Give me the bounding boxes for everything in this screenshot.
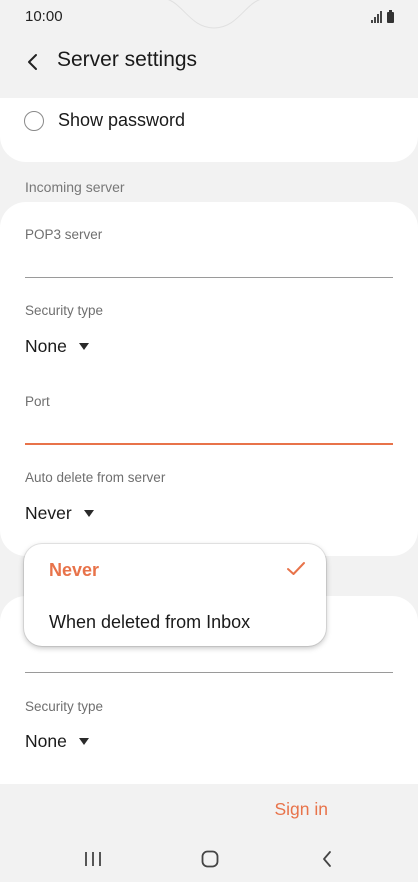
incoming-server-card: POP3 server Security type None Port Auto… [0, 202, 418, 556]
page-title: Server settings [57, 48, 198, 71]
action-bar: Sign in [0, 784, 418, 836]
camera-notch [167, 0, 261, 29]
status-icons [371, 9, 394, 23]
auto-delete-select[interactable]: Never [25, 503, 94, 524]
auto-delete-label: Auto delete from server [25, 470, 166, 485]
show-password-label: Show password [58, 110, 186, 130]
outgoing-security-type-select[interactable]: None [25, 731, 89, 752]
show-password-radio[interactable] [24, 110, 44, 131]
app-header: Server settings [0, 34, 418, 94]
pop3-server-input[interactable] [25, 248, 397, 278]
security-type-select[interactable]: None [25, 336, 89, 357]
pop3-server-label: POP3 server [25, 227, 103, 242]
home-icon[interactable] [198, 848, 222, 870]
dropdown-option-when-deleted[interactable]: When deleted from Inbox [49, 612, 250, 633]
security-type-label: Security type [25, 303, 104, 318]
signal-icon [371, 11, 382, 23]
security-type-value: None [25, 336, 67, 356]
show-password-option[interactable]: Show password [24, 110, 185, 131]
chevron-left-icon[interactable] [20, 49, 46, 75]
status-bar: 10:00 [0, 0, 418, 34]
dropdown-arrow-icon [78, 343, 89, 350]
back-icon[interactable] [315, 848, 339, 870]
outgoing-server-underline [25, 672, 393, 673]
dropdown-arrow-icon [78, 738, 89, 745]
port-underline [25, 443, 393, 445]
dropdown-arrow-icon [83, 510, 94, 517]
sign-in-button[interactable]: Sign in [274, 799, 328, 820]
port-label: Port [25, 394, 50, 409]
incoming-server-heading: Incoming server [25, 179, 125, 195]
navigation-bar [0, 836, 418, 882]
battery-icon [387, 10, 394, 23]
show-password-card: Show password [0, 98, 418, 162]
check-icon [287, 562, 305, 575]
auto-delete-value: Never [25, 503, 72, 523]
outgoing-security-type-label: Security type [25, 699, 104, 714]
auto-delete-dropdown-menu: Never When deleted from Inbox [24, 544, 326, 646]
outgoing-security-type-value: None [25, 731, 67, 751]
status-time: 10:00 [25, 8, 63, 25]
pop3-server-underline [25, 277, 393, 278]
dropdown-option-never[interactable]: Never [49, 560, 99, 581]
port-input[interactable] [25, 414, 397, 444]
recent-apps-icon[interactable] [81, 848, 105, 870]
